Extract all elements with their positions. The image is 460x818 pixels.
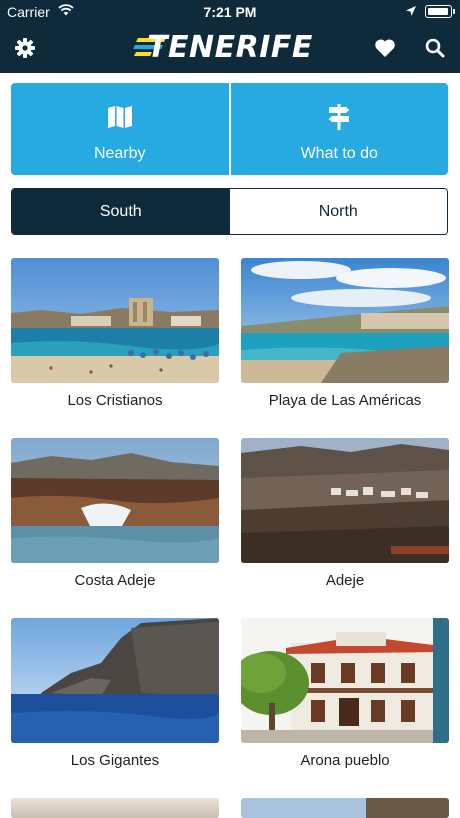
heart-icon[interactable] — [373, 36, 397, 60]
what-to-do-label: What to do — [300, 145, 378, 162]
place-photo — [241, 798, 449, 818]
top-bar: Carrier 7:21 PM TENERIFE — [0, 0, 460, 73]
segment-north[interactable]: North — [229, 189, 447, 234]
place-photo — [241, 438, 449, 563]
place-card-los-cristianos[interactable]: Los Cristianos — [11, 258, 219, 409]
place-card-arona-pueblo[interactable]: Arona pueblo — [241, 618, 449, 769]
region-segmented-control: South North — [11, 188, 448, 235]
segment-south[interactable]: South — [12, 189, 230, 234]
battery-icon — [425, 5, 455, 18]
place-name: Los Cristianos — [67, 392, 163, 409]
place-photo — [11, 618, 219, 743]
gear-icon[interactable] — [13, 36, 37, 60]
what-to-do-button[interactable]: What to do — [230, 83, 448, 175]
clock: 7:21 PM — [203, 4, 257, 20]
location-arrow-icon — [406, 6, 416, 16]
place-name: Los Gigantes — [70, 752, 160, 769]
quick-actions: Nearby What to do — [11, 83, 448, 175]
tenerife-logo: TENERIFE — [130, 30, 330, 66]
map-icon — [107, 106, 132, 128]
place-photo — [11, 798, 219, 818]
place-photo — [241, 618, 449, 743]
place-photo — [241, 258, 449, 383]
place-name: Playa de Las Américas — [268, 392, 422, 409]
logo-text: TENERIFE — [147, 30, 313, 65]
place-photo — [11, 258, 219, 383]
nearby-label: Nearby — [93, 145, 146, 162]
place-card-los-gigantes[interactable]: Los Gigantes — [11, 618, 219, 769]
place-photo — [11, 438, 219, 563]
place-card-partial[interactable] — [241, 798, 449, 818]
place-card-partial[interactable] — [11, 798, 219, 818]
search-icon[interactable] — [423, 36, 447, 60]
signpost-icon — [328, 104, 350, 130]
place-name: Adeje — [325, 572, 365, 589]
place-name: Costa Adeje — [74, 572, 156, 589]
place-name: Arona pueblo — [300, 752, 390, 769]
status-bar: Carrier 7:21 PM — [0, 0, 460, 24]
place-card-playa-de-las-americas[interactable]: Playa de Las Américas — [241, 258, 449, 409]
place-card-adeje[interactable]: Adeje — [241, 438, 449, 589]
nearby-button[interactable]: Nearby — [11, 83, 229, 175]
place-card-costa-adeje[interactable]: Costa Adeje — [11, 438, 219, 589]
